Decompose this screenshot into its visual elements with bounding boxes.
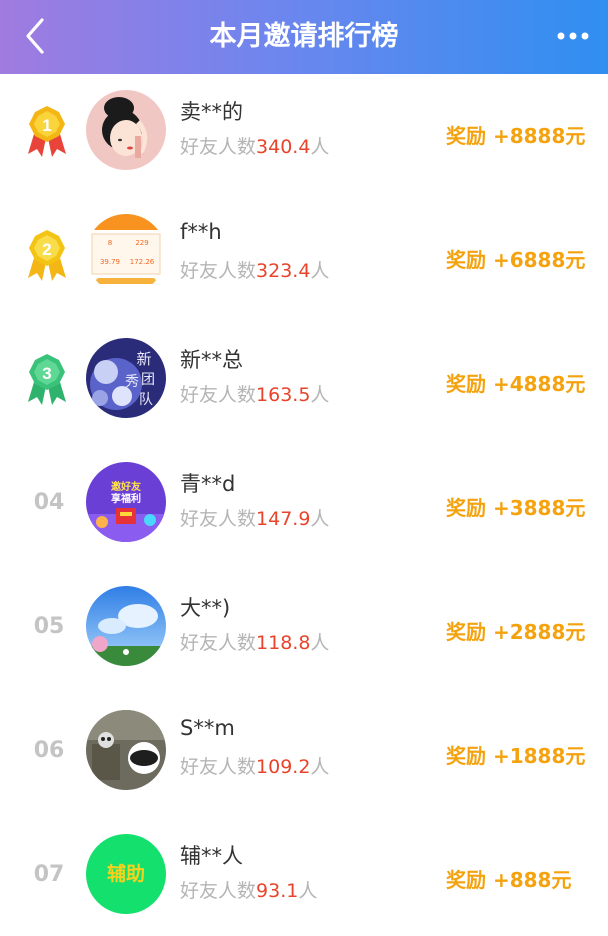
friend-count-line: 好友人数147.9人 xyxy=(180,504,329,531)
avatar[interactable] xyxy=(86,90,166,170)
more-dots-icon xyxy=(557,32,589,40)
ranking-row[interactable]: 3 新 秀 团 队 新**总 好友人数163.5人 奖励 +4888元 xyxy=(0,322,608,446)
avatar[interactable]: 辅助 xyxy=(86,834,166,914)
avatar-char: 新 xyxy=(136,350,151,368)
ranking-row[interactable]: 1 卖**的 好友人数340.4人 奖励 +8888元 xyxy=(0,74,608,198)
friend-count-value: 109.2 xyxy=(256,756,311,778)
friend-count-value: 93.1 xyxy=(256,880,299,902)
friend-count-line: 好友人数163.5人 xyxy=(180,380,329,407)
friend-count-label: 好友人数 xyxy=(180,632,257,654)
friend-count-unit: 人 xyxy=(310,136,330,158)
friend-count-unit: 人 xyxy=(310,508,330,530)
friend-count-label: 好友人数 xyxy=(180,384,257,406)
reward-amount: 奖励 +2888元 xyxy=(446,620,586,644)
friend-count-value: 118.8 xyxy=(256,632,311,654)
ranking-row[interactable]: 05 大**) 好友人数118.8人 奖励 +2888元 xyxy=(0,570,608,694)
friend-count-unit: 人 xyxy=(310,756,330,778)
page-title: 本月邀请排行榜 xyxy=(209,21,399,52)
ranking-row[interactable]: 07 辅助 辅**人 好友人数93.1人 奖励 +888元 xyxy=(0,818,608,936)
medal-rank-label: 1 xyxy=(42,116,51,135)
user-name: S**m xyxy=(180,716,235,740)
avatar[interactable] xyxy=(86,710,166,790)
reward-amount: 奖励 +1888元 xyxy=(446,744,586,768)
friend-count-line: 好友人数93.1人 xyxy=(180,876,317,903)
friend-count-unit: 人 xyxy=(310,384,330,406)
user-name: 青**d xyxy=(180,472,236,496)
ranking-row[interactable]: 04 邀好友 享福利 青**d 好友人数147.9人 奖励 +3888元 xyxy=(0,446,608,570)
avatar[interactable]: 8 229 39.79 172.26 xyxy=(86,214,166,294)
avatar-text: 辅助 xyxy=(107,862,145,885)
rank-number: 05 xyxy=(33,614,65,639)
stat-text: 229 xyxy=(135,239,148,247)
friend-count-unit: 人 xyxy=(298,880,318,902)
friend-count-label: 好友人数 xyxy=(180,756,257,778)
stat-text: 172.26 xyxy=(130,258,155,266)
friend-count-label: 好友人数 xyxy=(180,260,257,282)
avatar-text: 享福利 xyxy=(111,492,141,505)
avatar-char: 团 xyxy=(141,372,155,388)
friend-count-unit: 人 xyxy=(310,260,330,282)
friend-count-line: 好友人数323.4人 xyxy=(180,256,329,283)
reward-amount: 奖励 +888元 xyxy=(446,868,572,892)
friend-count-value: 323.4 xyxy=(256,260,311,282)
avatar[interactable] xyxy=(86,586,166,666)
friend-count-value: 147.9 xyxy=(256,508,311,530)
reward-amount: 奖励 +8888元 xyxy=(446,124,586,148)
avatar-text: 邀好友 xyxy=(111,480,141,493)
friend-count-label: 好友人数 xyxy=(180,508,257,530)
user-name: 卖**的 xyxy=(180,100,243,124)
avatar[interactable]: 邀好友 享福利 xyxy=(86,462,166,542)
top-header: 本月邀请排行榜 xyxy=(0,0,608,74)
reward-amount: 奖励 +3888元 xyxy=(446,496,586,520)
friend-count-label: 好友人数 xyxy=(180,136,257,158)
reward-amount: 奖励 +6888元 xyxy=(446,248,586,272)
friend-count-line: 好友人数340.4人 xyxy=(180,132,329,159)
user-name: 大**) xyxy=(180,596,231,620)
avatar-char: 队 xyxy=(139,392,153,408)
rank-number: 06 xyxy=(33,738,65,763)
user-name: 新**总 xyxy=(180,348,243,372)
friend-count-value: 340.4 xyxy=(256,136,311,158)
medal-rank-label: 3 xyxy=(42,364,51,383)
user-name: 辅**人 xyxy=(180,844,243,868)
friend-count-label: 好友人数 xyxy=(180,880,257,902)
friend-count-line: 好友人数118.8人 xyxy=(180,628,329,655)
avatar-char: 秀 xyxy=(125,374,139,390)
gold-medal-icon: 2 xyxy=(28,230,66,281)
friend-count-line: 好友人数109.2人 xyxy=(180,752,329,779)
ranking-row[interactable]: 2 8 229 39.79 172.26 f**h 好友人数323.4人 奖励 … xyxy=(0,198,608,322)
more-button[interactable] xyxy=(556,24,590,48)
rank-number: 07 xyxy=(33,862,65,887)
rank-number: 04 xyxy=(33,490,65,515)
ranking-row[interactable]: 06 S**m 好友人数109.2人 奖励 +1888元 xyxy=(0,694,608,818)
avatar[interactable]: 新 秀 团 队 xyxy=(86,338,166,418)
user-name: f**h xyxy=(180,220,222,244)
friend-count-value: 163.5 xyxy=(256,384,311,406)
stat-text: 39.79 xyxy=(100,258,120,266)
green-medal-icon: 3 xyxy=(28,354,66,405)
friend-count-unit: 人 xyxy=(310,632,330,654)
stat-text: 8 xyxy=(108,239,112,247)
reward-amount: 奖励 +4888元 xyxy=(446,372,586,396)
gold-medal-icon: 1 xyxy=(28,106,66,157)
medal-rank-label: 2 xyxy=(42,240,51,259)
